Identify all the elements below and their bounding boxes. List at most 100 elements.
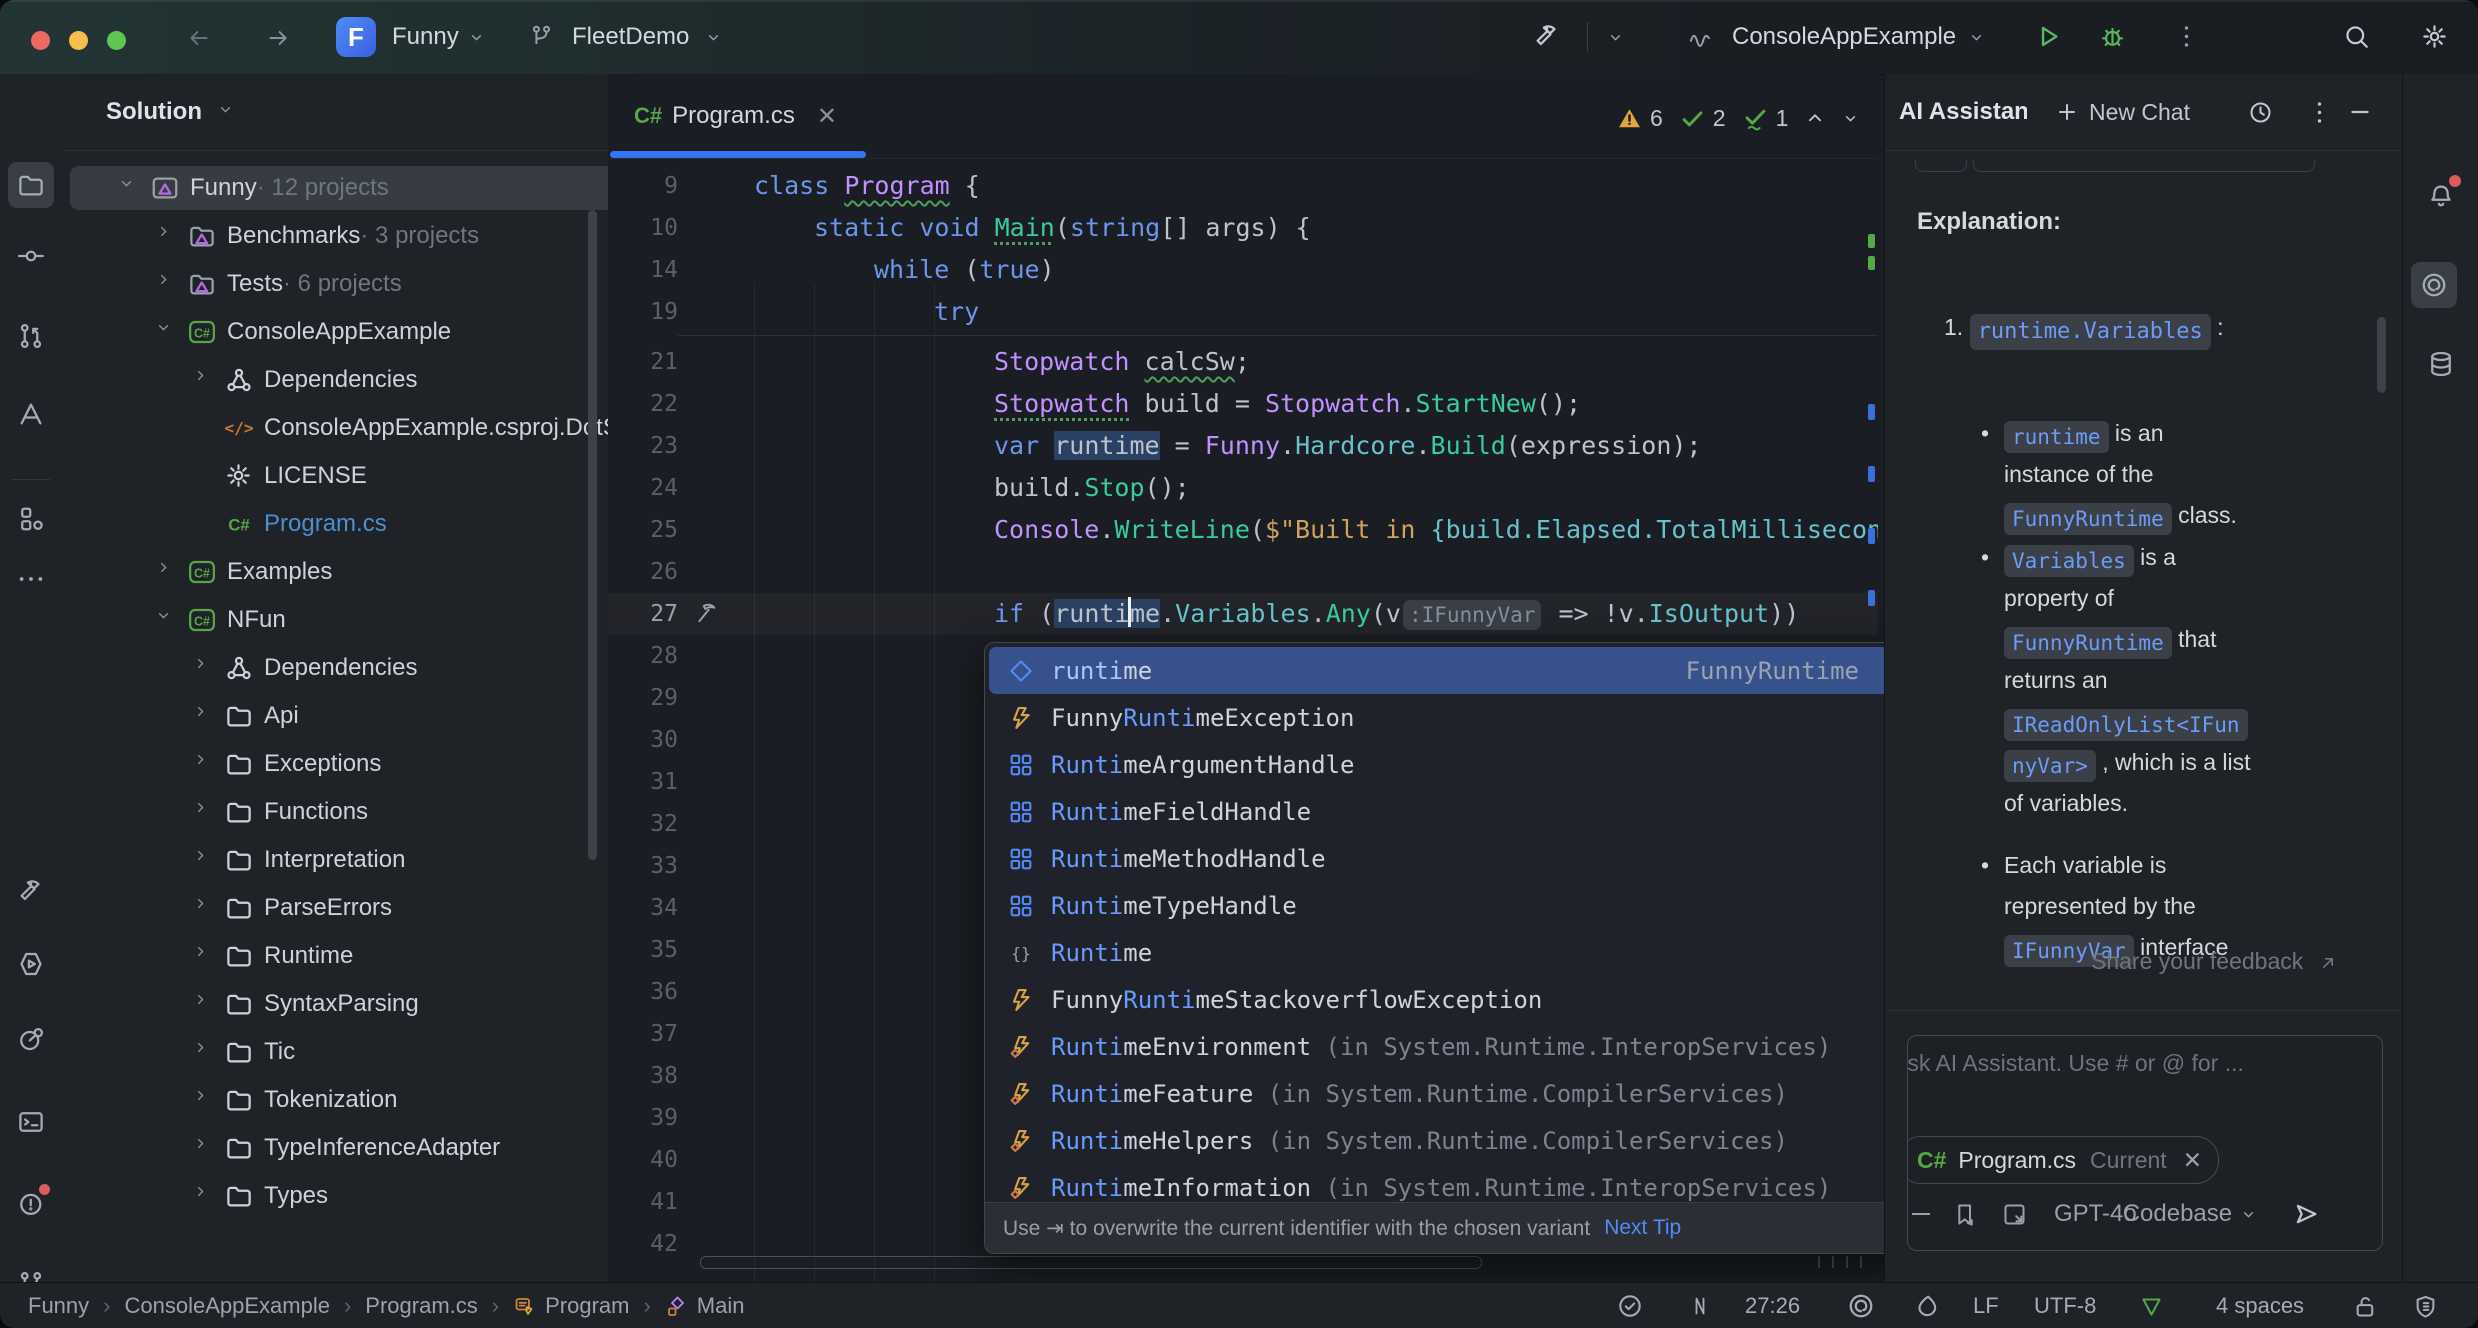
run-tool-icon[interactable] — [13, 946, 49, 982]
scroll-mark[interactable] — [1868, 590, 1875, 606]
caret-position[interactable]: 27:26 — [1745, 1283, 1800, 1328]
unlock-icon[interactable] — [2352, 1283, 2379, 1328]
breadcrumb-item[interactable]: Program — [545, 1293, 629, 1319]
more-actions-icon[interactable] — [2172, 22, 2201, 51]
folded-region-separator[interactable] — [678, 335, 1878, 336]
chevron-down-icon[interactable] — [1607, 29, 1624, 46]
scroll-mark[interactable] — [1868, 234, 1875, 248]
ai-chat-input[interactable]: Ask AI Assistant. Use # or @ for ... C# … — [1907, 1035, 2383, 1251]
remove-context-icon[interactable]: ✕ — [2183, 1147, 2202, 1174]
tree-item-api[interactable]: Api — [70, 694, 609, 738]
previous-problem-icon[interactable] — [1804, 107, 1826, 129]
chevron-right-icon[interactable] — [192, 655, 218, 681]
tool-window-project-button[interactable] — [8, 162, 54, 208]
forward-icon[interactable] — [265, 25, 291, 51]
chevron-right-icon[interactable] — [155, 223, 181, 249]
close-tab-icon[interactable]: ✕ — [817, 102, 837, 131]
inspection-level-icon[interactable] — [2138, 1283, 2165, 1328]
chevron-right-icon[interactable] — [192, 703, 218, 729]
run-config-selector[interactable]: ConsoleAppExample — [1732, 0, 1956, 74]
hide-panel-icon[interactable] — [2347, 74, 2373, 150]
chevron-right-icon[interactable] — [192, 751, 218, 777]
notifications-icon[interactable] — [13, 1186, 49, 1222]
close-window-button[interactable] — [31, 31, 50, 50]
notifications-bell-icon[interactable] — [2423, 178, 2459, 214]
passed-count[interactable]: 2 — [1679, 105, 1726, 132]
chevron-down-icon[interactable] — [2240, 1206, 2257, 1223]
scroll-mark[interactable] — [1868, 466, 1875, 482]
chevron-right-icon[interactable] — [192, 1183, 218, 1209]
scroll-mark[interactable] — [1868, 256, 1875, 270]
breadcrumb-item[interactable]: ConsoleAppExample — [124, 1293, 329, 1319]
tab-program-cs[interactable]: C# Program.cs ✕ — [610, 74, 866, 158]
scroll-mark[interactable] — [1868, 404, 1875, 420]
warnings-count[interactable]: 6 — [1616, 105, 1663, 132]
history-clock-icon[interactable] — [2247, 74, 2274, 150]
chevron-down-icon[interactable] — [705, 29, 722, 46]
ai-assistant-tool-button[interactable] — [2411, 262, 2457, 308]
tree-item-typeinferenceadapter[interactable]: TypeInferenceAdapter — [70, 1126, 609, 1170]
tree-item-funny[interactable]: Funny · 12 projects — [70, 166, 609, 210]
editor-hscrollbar[interactable] — [700, 1256, 1482, 1269]
build-hammer-icon[interactable] — [13, 874, 49, 910]
completion-item-runtimefeature[interactable]: RuntimeFeature (in System.Runtime.Compil… — [989, 1070, 1911, 1117]
tree-scrollbar[interactable] — [588, 210, 597, 860]
typos-count[interactable]: 1 — [1742, 105, 1789, 132]
inspections-widget[interactable]: 621 — [1616, 101, 1875, 135]
context-file-chip[interactable]: C# Program.cs Current ✕ — [1907, 1136, 2219, 1184]
send-button[interactable] — [2291, 1199, 2321, 1229]
tree-item-license[interactable]: LICENSE — [70, 454, 609, 498]
tree-item-types[interactable]: Types — [70, 1174, 609, 1218]
chevron-down-icon[interactable] — [217, 101, 234, 118]
shield-icon[interactable] — [2412, 1283, 2439, 1328]
pull-request-icon[interactable] — [13, 318, 49, 354]
profiler-icon[interactable] — [13, 1021, 49, 1057]
language-lightning-icon[interactable] — [1688, 1283, 1712, 1328]
completion-item-runtimehelpers[interactable]: RuntimeHelpers (in System.Runtime.Compil… — [989, 1117, 1911, 1164]
encoding[interactable]: UTF-8 — [2034, 1283, 2096, 1328]
chevron-right-icon[interactable] — [192, 1039, 218, 1065]
solution-header-title[interactable]: Solution — [106, 74, 202, 150]
gear-icon[interactable] — [2420, 22, 2449, 51]
completion-item-runtime[interactable]: {}Runtime — [989, 929, 1911, 976]
chevron-right-icon[interactable] — [155, 559, 181, 585]
tree-item-consoleappexample-csproj-dotsettings[interactable]: </>ConsoleAppExample.csproj.DotSettings — [70, 406, 609, 450]
tree-item-runtime[interactable]: Runtime — [70, 934, 609, 978]
ai-status-icon[interactable] — [1846, 1283, 1876, 1328]
database-tool-icon[interactable] — [2423, 346, 2459, 382]
chevron-right-icon[interactable] — [192, 991, 218, 1017]
resharper-status-icon[interactable] — [1913, 1283, 1941, 1328]
scroll-mark[interactable] — [1868, 528, 1875, 544]
completion-item-runtimeinformation[interactable]: RuntimeInformation (in System.Runtime.In… — [989, 1164, 1911, 1203]
build-hammer-icon[interactable] — [1532, 22, 1562, 52]
line-ending[interactable]: LF — [1973, 1283, 1999, 1328]
tree-item-tic[interactable]: Tic — [70, 1030, 609, 1074]
back-icon[interactable] — [186, 25, 212, 51]
next-problem-icon[interactable] — [1842, 110, 1859, 127]
tree-item-exceptions[interactable]: Exceptions — [70, 742, 609, 786]
tree-item-interpretation[interactable]: Interpretation — [70, 838, 609, 882]
more-tools-icon[interactable] — [13, 561, 49, 597]
tree-item-nfun[interactable]: C#NFun — [70, 598, 609, 642]
prompt-library-icon[interactable] — [1952, 1201, 1979, 1228]
azure-icon[interactable] — [13, 396, 49, 432]
completion-item-runtimeargumenthandle[interactable]: RuntimeArgumentHandle — [989, 741, 1911, 788]
chevron-right-icon[interactable] — [192, 895, 218, 921]
chevron-right-icon[interactable] — [155, 271, 181, 297]
completion-item-runtimemethodhandle[interactable]: RuntimeMethodHandle — [989, 835, 1911, 882]
indent-style[interactable]: 4 spaces — [2216, 1283, 2304, 1328]
completion-item-runtime[interactable]: runtimeFunnyRuntime — [989, 647, 1911, 694]
chevron-right-icon[interactable] — [192, 799, 218, 825]
chevron-right-icon[interactable] — [192, 847, 218, 873]
completion-item-funnyruntimeexception[interactable]: FunnyRuntimeException — [989, 694, 1911, 741]
commit-icon[interactable] — [13, 238, 49, 274]
tree-item-tokenization[interactable]: Tokenization — [70, 1078, 609, 1122]
debug-button[interactable] — [2098, 22, 2127, 51]
chevron-down-icon[interactable] — [155, 319, 181, 345]
share-feedback-link[interactable]: Share your feedback — [2091, 948, 2338, 975]
minimize-window-button[interactable] — [69, 31, 88, 50]
tree-item-examples[interactable]: C#Examples — [70, 550, 609, 594]
analysis-status-icon[interactable] — [1616, 1283, 1644, 1328]
chevron-right-icon[interactable] — [192, 1135, 218, 1161]
run-button[interactable] — [2034, 22, 2063, 51]
